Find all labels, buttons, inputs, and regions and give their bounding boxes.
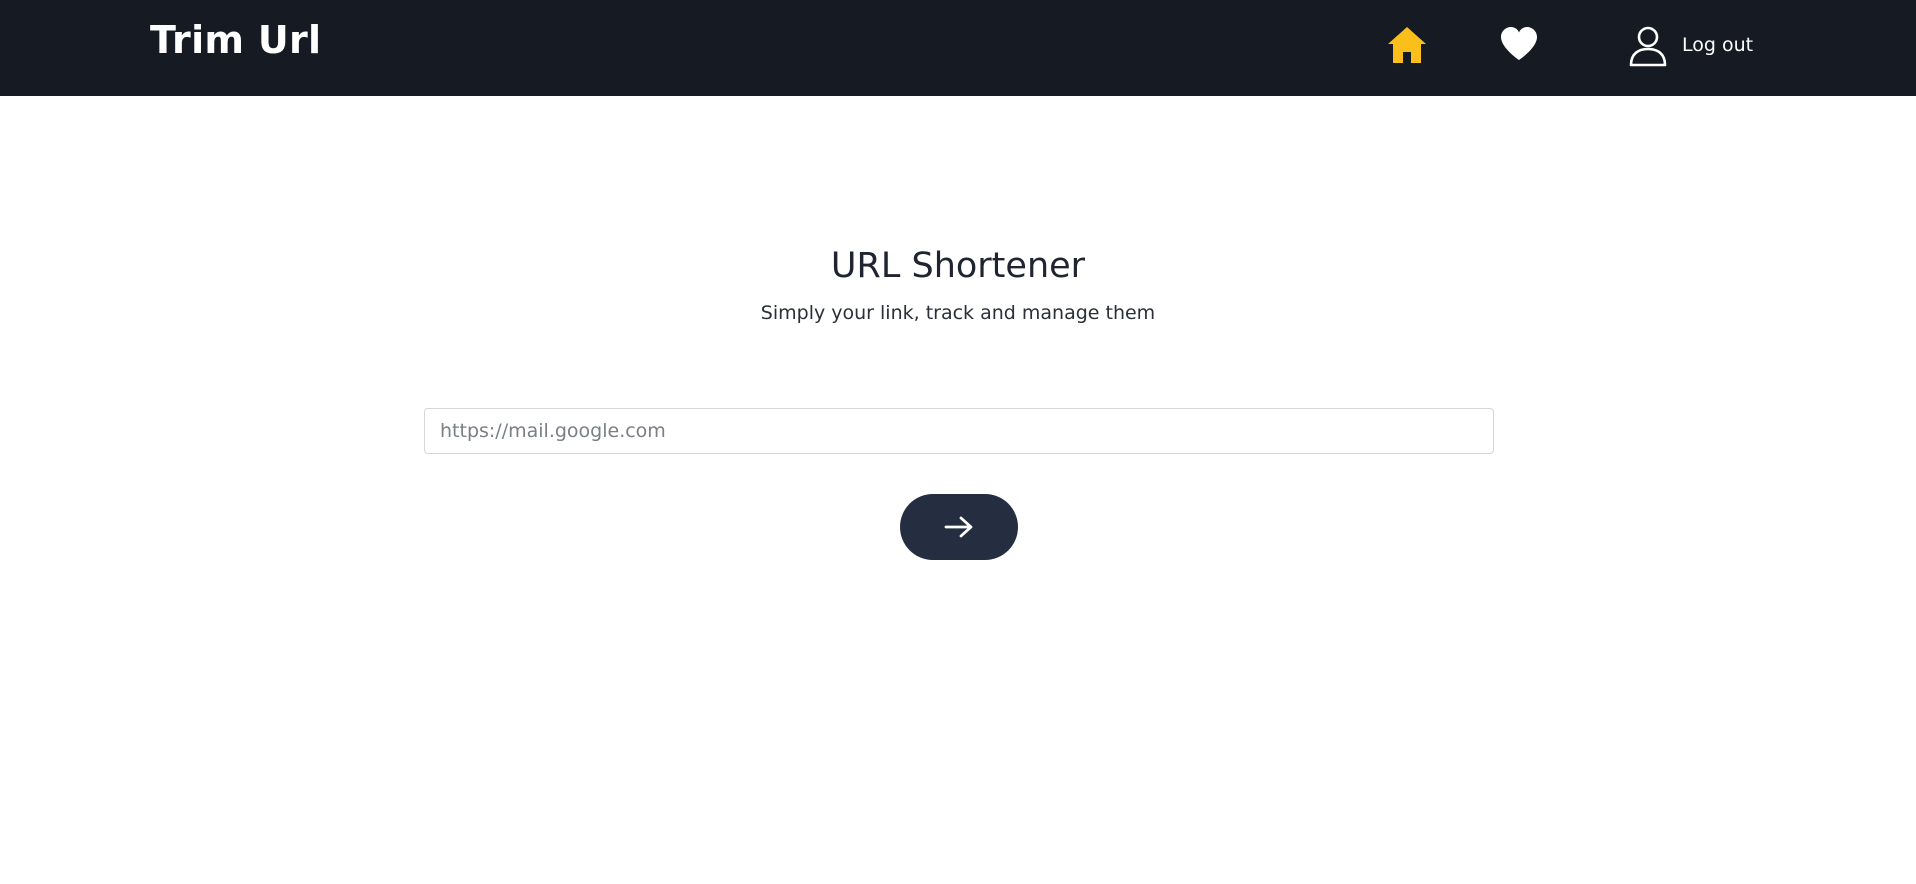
shorten-submit-button[interactable] — [900, 494, 1018, 560]
home-link[interactable] — [1387, 26, 1427, 64]
url-input[interactable] — [424, 408, 1494, 454]
user-icon — [1629, 26, 1667, 67]
logout-label: Log out — [1682, 34, 1754, 56]
arrow-right-icon — [944, 516, 973, 538]
favorites-link[interactable] — [1500, 26, 1538, 62]
brand-logo[interactable]: Trim Url — [150, 14, 321, 66]
page-title: URL Shortener — [830, 246, 1086, 286]
heart-icon — [1501, 27, 1537, 60]
page-subtitle: Simply your link, track and manage them — [760, 302, 1156, 324]
navbar: Trim Url Log out — [0, 0, 1916, 96]
home-icon — [1388, 27, 1426, 63]
logout-link[interactable]: Log out — [1628, 24, 1753, 68]
